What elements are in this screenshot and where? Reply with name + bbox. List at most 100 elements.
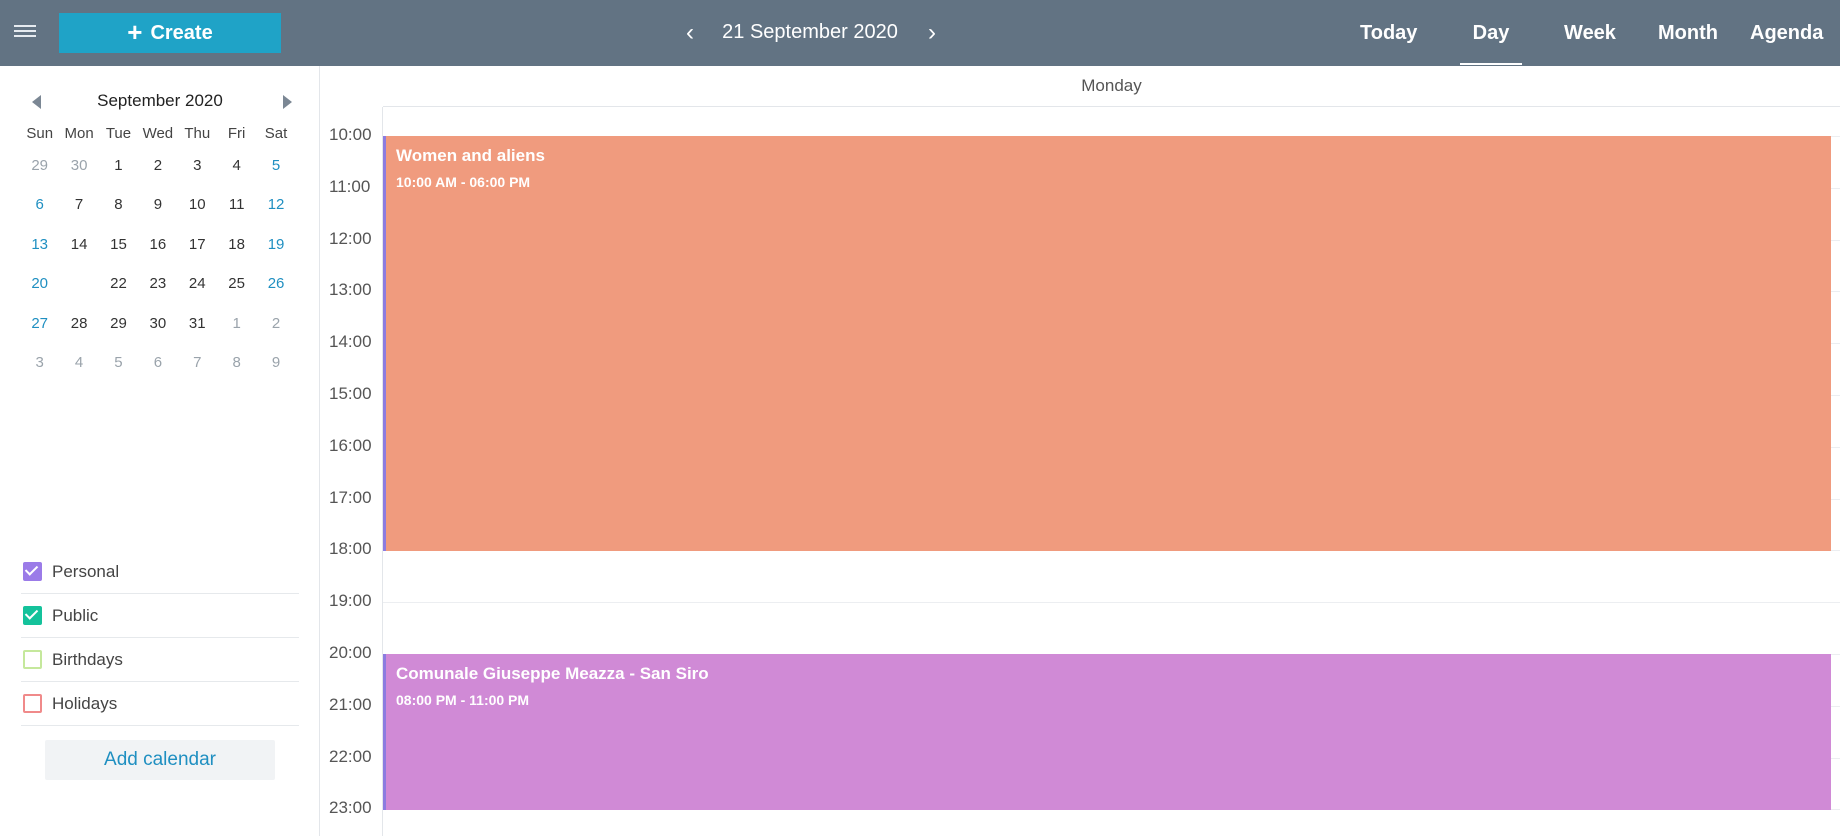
mini-calendar-day[interactable]: 18 [217, 225, 256, 264]
mini-calendar-header: September 2020 [20, 90, 300, 114]
mini-calendar-next-icon[interactable] [277, 92, 297, 112]
mini-calendar-day[interactable]: 2 [138, 146, 177, 185]
mini-calendar-day[interactable]: 4 [217, 146, 256, 185]
mini-calendar-day-number: 4 [74, 353, 84, 371]
mini-calendar-day[interactable]: 8 [99, 185, 138, 224]
mini-calendar-day[interactable]: 2 [256, 304, 295, 343]
hour-label: 19:00 [329, 591, 372, 611]
weekday-label: Fri [227, 125, 246, 142]
mini-calendar-day[interactable]: 3 [20, 343, 59, 382]
hour-gridline [383, 602, 1840, 604]
mini-calendar-day-number: 14 [70, 235, 88, 253]
mini-calendar-day[interactable]: 26 [256, 264, 295, 303]
calendar-item-label: Holidays [52, 693, 118, 713]
week-row: 3 4 5 6 7 8 9 [20, 343, 296, 382]
tab-week[interactable]: Week [1562, 18, 1618, 48]
create-button-label: Create [150, 21, 213, 44]
mini-calendar-day[interactable]: 1 [217, 304, 256, 343]
mini-calendar-day[interactable]: 6 [138, 343, 177, 382]
mini-calendar-day-number: 5 [114, 353, 123, 371]
mini-calendar-day[interactable]: 16 [138, 225, 177, 264]
mini-calendar-day-number: 2 [271, 314, 281, 332]
event-time: 08:00 PM - 11:00 PM [396, 692, 530, 708]
mini-calendar-day[interactable]: 5 [99, 343, 138, 382]
previous-day-chevron-icon[interactable]: ‹ [678, 19, 702, 46]
mini-calendar-day[interactable]: 22 [99, 264, 138, 303]
event-women-and-aliens[interactable]: Women and aliens 10:00 AM - 06:00 PM [383, 136, 1831, 552]
mini-calendar-day[interactable]: 9 [256, 343, 295, 382]
tab-month[interactable]: Month [1657, 18, 1719, 48]
mini-calendar-day[interactable]: 3 [178, 146, 217, 185]
calendar-item-birthdays[interactable]: Birthdays [21, 638, 299, 682]
mini-calendar-day[interactable]: 24 [178, 264, 217, 303]
mini-calendar-day[interactable]: 4 [59, 343, 98, 382]
mini-calendar-day[interactable]: 20 [20, 264, 59, 303]
week-row: 27 28 29 30 31 1 2 [20, 304, 296, 343]
mini-calendar-day[interactable]: 17 [178, 225, 217, 264]
hour-label: 21:00 [329, 694, 372, 714]
mini-calendar-day[interactable]: 11 [217, 185, 256, 224]
event-san-siro[interactable]: Comunale Giuseppe Meazza - San Siro 08:0… [383, 654, 1831, 811]
mini-calendar-day[interactable]: 15 [99, 225, 138, 264]
hour-label: 16:00 [329, 435, 372, 455]
add-calendar-button[interactable]: Add calendar [45, 740, 275, 780]
mini-calendar-day[interactable]: 14 [59, 225, 98, 264]
mini-calendar-day[interactable]: 12 [256, 185, 295, 224]
weekday-label: Thu [184, 125, 211, 142]
mini-calendar-day-number: 15 [110, 235, 127, 253]
mini-calendar-day-number: 9 [153, 196, 163, 214]
mini-calendar-day-number: 1 [232, 314, 241, 332]
mini-calendar-day-number: 3 [35, 353, 44, 371]
day-column-header: Monday [383, 66, 1840, 107]
mini-calendar-day-number: 3 [193, 157, 202, 174]
mini-calendar-day[interactable]: 9 [138, 185, 177, 224]
mini-calendar-day[interactable]: 8 [217, 343, 256, 382]
mini-calendar-day-number: 22 [110, 275, 127, 293]
mini-calendar-day[interactable]: 13 [20, 225, 59, 264]
hour-label: 15:00 [329, 384, 372, 403]
mini-calendar-day[interactable]: 31 [178, 304, 217, 343]
tab-today[interactable]: Today [1360, 18, 1417, 48]
mini-calendar-day[interactable]: 29 [99, 304, 138, 343]
mini-calendar-day-number: 5 [271, 157, 281, 174]
calendar-item-label: Public [52, 605, 99, 625]
next-day-chevron-icon[interactable]: › [920, 19, 944, 46]
event-title: Comunale Giuseppe Meazza - San Siro [396, 664, 709, 683]
mini-calendar-day[interactable]: 27 [20, 304, 59, 343]
holidays-checkbox[interactable] [23, 694, 42, 713]
week-row: 20 21 22 23 24 25 26 [20, 264, 296, 304]
mini-calendar-day[interactable]: 5 [256, 146, 295, 185]
mini-calendar-day[interactable]: 21 [59, 264, 99, 304]
public-checkbox[interactable] [23, 606, 42, 625]
hour-label: 23:00 [329, 798, 372, 818]
mini-calendar-day-number: 18 [228, 235, 245, 253]
create-button[interactable]: + Create [59, 13, 281, 53]
mini-calendar-day-number: 31 [188, 314, 206, 332]
mini-calendar-day[interactable]: 29 [20, 146, 59, 185]
personal-checkbox[interactable] [23, 562, 42, 581]
mini-calendar-day[interactable]: 30 [138, 304, 177, 343]
calendar-item-holidays[interactable]: Holidays [21, 682, 299, 726]
mini-calendar-day[interactable]: 7 [178, 343, 217, 382]
mini-calendar-day[interactable]: 30 [59, 146, 98, 185]
mini-calendar-grid: Sun Mon Tue Wed Thu Fri Sat 29 30 1 2 3 4 5 6 7 8… [20, 122, 296, 382]
mini-calendar-day[interactable]: 28 [59, 304, 98, 343]
mini-calendar-day[interactable]: 25 [217, 264, 256, 303]
mini-calendar-day[interactable]: 10 [178, 185, 217, 224]
hour-label: 12:00 [329, 228, 372, 248]
mini-calendar-day[interactable]: 23 [138, 264, 177, 303]
hamburger-menu-icon[interactable] [14, 22, 42, 44]
tab-day[interactable]: Day [1460, 18, 1522, 65]
mini-calendar-day[interactable]: 7 [59, 185, 98, 224]
birthdays-checkbox[interactable] [23, 650, 42, 669]
mini-calendar-day[interactable]: 1 [99, 146, 138, 185]
calendar-item-public[interactable]: Public [21, 594, 299, 638]
mini-calendar-day[interactable]: 19 [256, 225, 295, 264]
tab-agenda[interactable]: Agenda [1750, 18, 1823, 48]
mini-calendar-day[interactable]: 6 [20, 185, 59, 224]
mini-calendar-day-number: 29 [110, 314, 127, 332]
mini-calendar-day-number: 13 [31, 235, 49, 253]
mini-calendar-day-number: 8 [232, 353, 241, 371]
hour-label: 14:00 [329, 332, 372, 352]
calendar-item-personal[interactable]: Personal [21, 550, 299, 594]
